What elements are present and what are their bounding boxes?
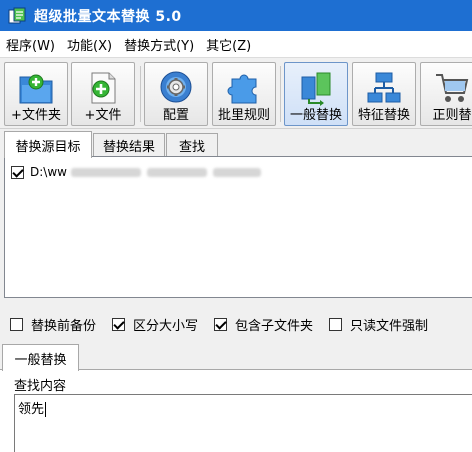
backup-checkbox[interactable] [10, 317, 23, 331]
add-folder-label: +文件夹 [11, 108, 61, 123]
option-case-sensitive-label: 区分大小写 [133, 318, 199, 334]
gear-icon [160, 71, 192, 103]
panel-splitter[interactable] [0, 302, 472, 307]
tab-replace-result[interactable]: 替换结果 [93, 133, 165, 157]
title-bar: 超级批量文本替换 5.0 [0, 0, 472, 31]
feature-replace-button[interactable]: 特征替换 [352, 62, 416, 126]
option-include-subfolders-label: 包含子文件夹 [235, 318, 314, 334]
toolbar-separator [280, 66, 281, 122]
add-file-label: +文件 [84, 108, 122, 123]
include-subfolders-checkbox[interactable] [214, 317, 228, 331]
option-force-readonly[interactable]: 只读文件强制 [329, 315, 428, 334]
file-checkbox[interactable] [11, 165, 24, 179]
feature-tree-icon [367, 72, 401, 103]
find-content-value: 领先 [18, 402, 45, 417]
find-panel: 查找内容 领先 [0, 370, 472, 452]
redacted-path [146, 167, 207, 177]
add-folder-button[interactable]: +文件夹 [4, 62, 68, 126]
general-replace-button[interactable]: 一般替换 [284, 62, 348, 126]
find-content-input[interactable]: 领先 [14, 394, 472, 452]
tab-find-label: 查找 [178, 140, 205, 155]
tab-general-replace-label: 一般替换 [14, 352, 67, 368]
app-icon [8, 7, 26, 23]
option-backup[interactable]: 替换前备份 [10, 315, 96, 334]
tab-replace-result-label: 替换结果 [102, 140, 155, 155]
folder-add-icon [19, 74, 53, 104]
general-replace-icon [301, 72, 331, 106]
batch-rules-label: 批里规则 [217, 108, 270, 123]
regex-replace-button[interactable]: 正则替 [420, 62, 472, 126]
file-list[interactable]: D:\ww [4, 156, 472, 298]
redacted-path [70, 167, 141, 177]
file-path: D:\ww [30, 165, 67, 179]
find-content-text-wrap: 领先 [18, 398, 47, 417]
config-label: 配置 [162, 108, 189, 123]
file-add-icon [91, 72, 116, 104]
find-content-label: 查找内容 [14, 379, 67, 394]
force-readonly-checkbox[interactable] [329, 317, 343, 331]
text-caret [45, 402, 47, 417]
toolbar-separator [140, 66, 141, 122]
option-backup-label: 替换前备份 [31, 318, 97, 334]
list-item[interactable]: D:\ww [11, 165, 261, 179]
window-title: 超级批量文本替换 5.0 [34, 8, 182, 25]
source-tabs: 替换源目标 替换结果 查找 [0, 131, 472, 158]
options-row: 替换前备份 区分大小写 包含子文件夹 只读文件强制 [0, 310, 472, 338]
toolbar: +文件夹 +文件 配置 批里规则 一般替换 特征替换 正则替 [0, 57, 472, 129]
option-case-sensitive[interactable]: 区分大小写 [112, 315, 198, 334]
menu-other[interactable]: 其它(Z) [200, 35, 257, 54]
menu-function[interactable]: 功能(X) [61, 35, 118, 54]
mode-tabs: 一般替换 [0, 343, 472, 371]
option-include-subfolders[interactable]: 包含子文件夹 [214, 315, 313, 334]
batch-rules-button[interactable]: 批里规则 [212, 62, 276, 126]
feature-replace-label: 特征替换 [357, 108, 410, 123]
regex-replace-label: 正则替 [432, 108, 472, 123]
tab-replace-source-label: 替换源目标 [15, 139, 81, 155]
puzzle-icon [227, 74, 257, 104]
tab-general-replace[interactable]: 一般替换 [2, 344, 79, 371]
cart-icon [436, 74, 469, 102]
tab-find[interactable]: 查找 [166, 133, 218, 157]
menu-bar: 程序(W) 功能(X) 替换方式(Y) 其它(Z) [0, 31, 472, 57]
general-replace-label: 一般替换 [289, 108, 342, 123]
case-sensitive-checkbox[interactable] [112, 317, 126, 331]
tab-replace-source[interactable]: 替换源目标 [4, 131, 92, 158]
menu-program[interactable]: 程序(W) [0, 35, 61, 54]
redacted-path [212, 167, 261, 177]
config-button[interactable]: 配置 [144, 62, 208, 126]
menu-replace-mode[interactable]: 替换方式(Y) [118, 35, 200, 54]
option-force-readonly-label: 只读文件强制 [350, 318, 429, 334]
add-file-button[interactable]: +文件 [71, 62, 135, 126]
